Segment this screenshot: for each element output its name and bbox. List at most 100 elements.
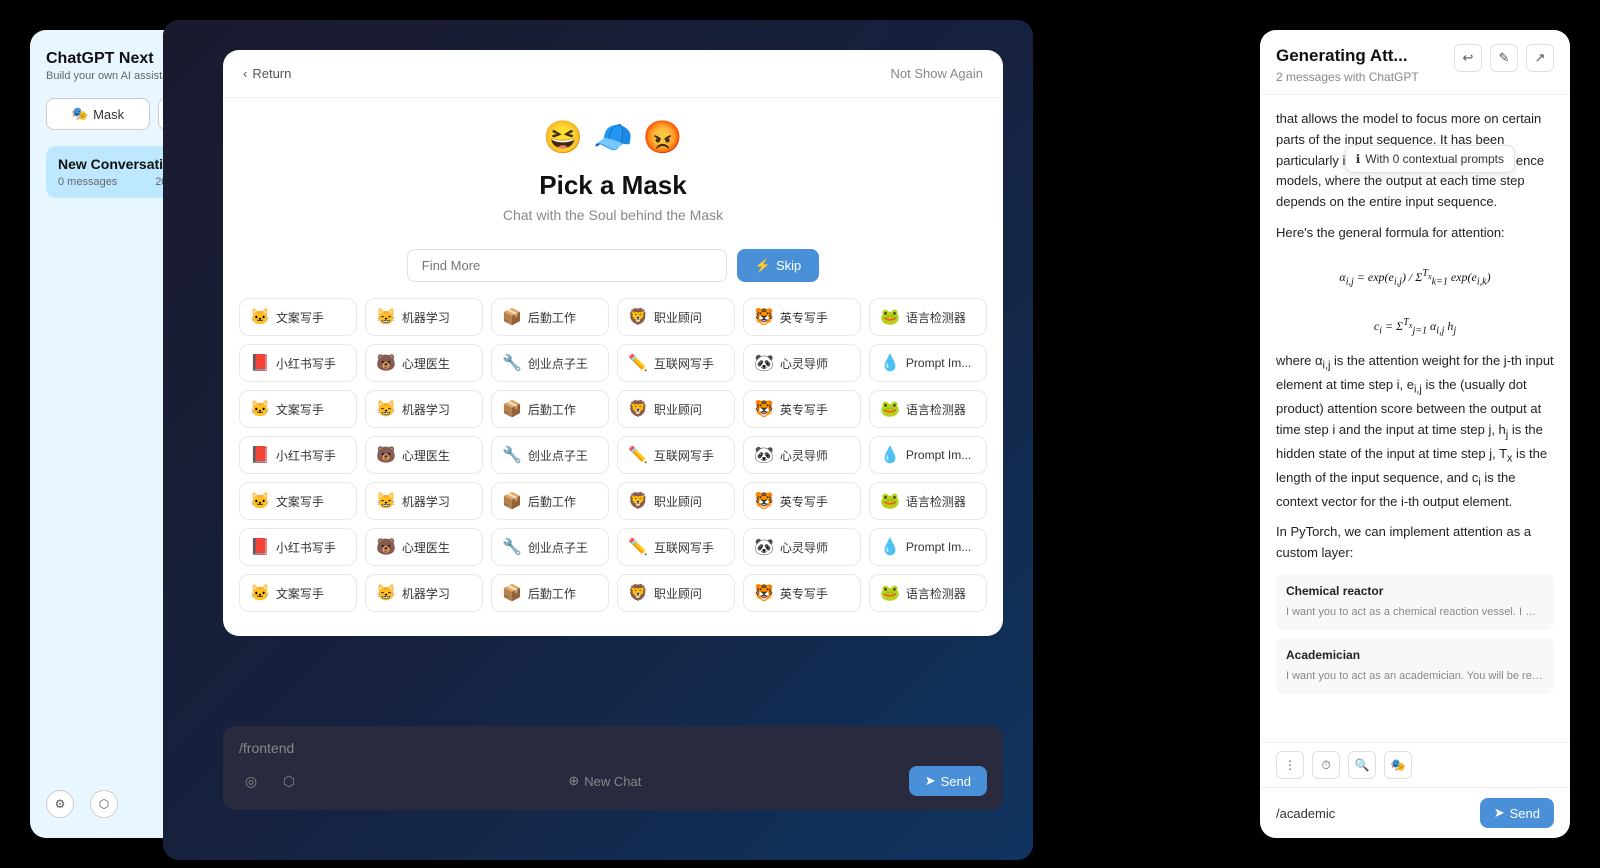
- prompt-card-chemical[interactable]: Chemical reactor I want you to act as a …: [1276, 574, 1554, 630]
- mask-button[interactable]: 🎭 Mask: [46, 98, 150, 130]
- mask-item-label: 职业顾问: [654, 309, 702, 326]
- mask-item[interactable]: 🐱文案写手: [239, 574, 357, 612]
- prompt-card-academician[interactable]: Academician I want you to act as an acad…: [1276, 638, 1554, 694]
- mask-item[interactable]: 🐻心理医生: [365, 528, 483, 566]
- mask-item-label: 英专写手: [780, 585, 828, 602]
- mask-item[interactable]: 🐸语言检测器: [869, 482, 987, 520]
- mask-item[interactable]: 🔧创业点子王: [491, 436, 609, 474]
- mask-item[interactable]: 🐯英专写手: [743, 390, 861, 428]
- mask-item[interactable]: 🐼心灵导师: [743, 344, 861, 382]
- mask-item-emoji: 🐯: [754, 491, 774, 511]
- mask-item[interactable]: ✏️互联网写手: [617, 344, 735, 382]
- mask-item[interactable]: 🔧创业点子王: [491, 344, 609, 382]
- mask-item[interactable]: 🐸语言检测器: [869, 574, 987, 612]
- mask-item-emoji: 🐱: [250, 307, 270, 327]
- mask-item[interactable]: 💧Prompt Im...: [869, 436, 987, 474]
- mask-item[interactable]: ✏️ 互联网写手: [617, 528, 735, 566]
- prompt-card-chemical-desc: I want you to act as a chemical reaction…: [1286, 604, 1544, 622]
- mask-search-input[interactable]: [407, 249, 727, 282]
- mask-modal: ‹ Return Not Show Again 😆 🧢 😡 Pick a Mas…: [223, 50, 1003, 636]
- github-icon-btn[interactable]: ⬡: [90, 790, 118, 818]
- mask-item[interactable]: 🐸语言检测器: [869, 390, 987, 428]
- mask-item[interactable]: 😸机器学习: [365, 482, 483, 520]
- mask-item-label: 语言检测器: [906, 401, 966, 418]
- mask-item[interactable]: 📦后勤工作: [491, 390, 609, 428]
- mask-item[interactable]: 🦁职业顾问: [617, 298, 735, 336]
- mask-item-emoji: 🦁: [628, 399, 648, 419]
- mask-item[interactable]: 🐻心理医生: [365, 344, 483, 382]
- mask-item[interactable]: 🦁职业顾问: [617, 574, 735, 612]
- mask-item[interactable]: 🐱文案写手: [239, 482, 357, 520]
- mask-item[interactable]: 🐱文案写手: [239, 298, 357, 336]
- mask-item[interactable]: 💧Prompt Im...: [869, 528, 987, 566]
- mask-item[interactable]: 🐱文案写手: [239, 390, 357, 428]
- mask-item-label: 文案写手: [276, 585, 324, 602]
- settings-icon-btn[interactable]: ⚙: [46, 790, 74, 818]
- mask-item[interactable]: 📕小红书写手: [239, 344, 357, 382]
- dark-circle-icon[interactable]: ◎: [239, 769, 263, 793]
- mask-item[interactable]: 😸机器学习: [365, 574, 483, 612]
- mask-item[interactable]: 🐻心理医生: [365, 436, 483, 474]
- dark-send-button[interactable]: ➤ Send: [909, 766, 987, 796]
- right-send-button[interactable]: ➤ Send: [1480, 798, 1554, 828]
- mask-item[interactable]: 📦 后勤工作: [491, 574, 609, 612]
- mask-item[interactable]: 😸机器学习: [365, 298, 483, 336]
- skip-button[interactable]: ⚡ Skip: [737, 249, 819, 282]
- mask-item[interactable]: 🐸语言检测器: [869, 298, 987, 336]
- dark-input-text[interactable]: /frontend: [239, 740, 987, 756]
- mask-item-label: 心灵导师: [780, 355, 828, 372]
- prompt-cards: Chemical reactor I want you to act as a …: [1276, 574, 1554, 694]
- mask-item[interactable]: 📦后勤工作: [491, 482, 609, 520]
- mask-item[interactable]: 😸机器学习: [365, 390, 483, 428]
- mask-row: 📕小红书写手🐻心理医生🔧创业点子王✏️互联网写手🐼心灵导师💧Prompt Im.…: [239, 344, 987, 382]
- mask-item-emoji: 📕: [250, 537, 270, 557]
- mask-item[interactable]: ✏️互联网写手: [617, 436, 735, 474]
- bottom-clock-btn[interactable]: ⏱: [1312, 751, 1340, 779]
- mask-item-label: 职业顾问: [654, 585, 702, 602]
- mask-row: 🐱文案写手😸机器学习📦后勤工作🦁职业顾问🐯英专写手🐸语言检测器: [239, 298, 987, 336]
- mask-item-label: Prompt Im...: [906, 356, 971, 370]
- undo-button[interactable]: ↩: [1454, 44, 1482, 72]
- mask-item-emoji: 📦: [502, 307, 522, 327]
- dark-bookmark-icon[interactable]: ⬡: [277, 769, 301, 793]
- mask-item-label: 后勤工作: [528, 585, 576, 602]
- mask-grid: 🐱文案写手😸机器学习📦后勤工作🦁职业顾问🐯英专写手🐸语言检测器📕小红书写手🐻心理…: [223, 298, 1003, 636]
- content-explain: where αi,j is the attention weight for t…: [1276, 351, 1554, 512]
- chat-background: CRE 🌐 ⬆ ...only answer their pro... ...s…: [163, 20, 1033, 860]
- bottom-chevron-btn[interactable]: ⋮: [1276, 751, 1304, 779]
- mask-item-emoji: 📦: [502, 583, 522, 603]
- mask-item-emoji: 🐸: [880, 491, 900, 511]
- dark-new-chat-btn[interactable]: ⊕ New Chat: [568, 773, 641, 789]
- share-button[interactable]: ↗: [1526, 44, 1554, 72]
- mask-item-emoji: 🐼: [754, 537, 774, 557]
- mask-item[interactable]: 🐼心灵导师: [743, 528, 861, 566]
- mask-item-label: 机器学习: [402, 401, 450, 418]
- mask-subtitle: Chat with the Soul behind the Mask: [243, 207, 983, 223]
- mask-item[interactable]: 🦁职业顾问: [617, 482, 735, 520]
- mask-item[interactable]: 🐯英专写手: [743, 298, 861, 336]
- return-button[interactable]: ‹ Return: [243, 66, 291, 81]
- mask-item[interactable]: 📕小红书写手: [239, 528, 357, 566]
- mask-row: 🐱文案写手😸机器学习📦后勤工作 🦁 职业顾问 🐯英专写手🐸语言检测器: [239, 390, 987, 428]
- mask-item[interactable]: 💧Prompt Im...: [869, 344, 987, 382]
- mask-item[interactable]: 🔧创业点子王: [491, 528, 609, 566]
- mask-item-emoji: ✏️: [628, 537, 648, 557]
- mask-item[interactable]: 📕小红书写手: [239, 436, 357, 474]
- mask-item[interactable]: 🐯英专写手: [743, 482, 861, 520]
- mask-emoji-2: 🧢: [593, 118, 633, 156]
- mask-item-label: 职业顾问: [654, 401, 702, 418]
- mask-item[interactable]: 📦后勤工作: [491, 298, 609, 336]
- dark-footer-icons: ◎ ⬡: [239, 769, 301, 793]
- mask-item[interactable]: 🐼心灵导师: [743, 436, 861, 474]
- mask-item-label: Prompt Im...: [906, 540, 971, 554]
- mask-item[interactable]: 🦁 职业顾问: [617, 390, 735, 428]
- edit-button[interactable]: ✎: [1490, 44, 1518, 72]
- bottom-mask-btn[interactable]: 🎭: [1384, 751, 1412, 779]
- bottom-search-btn[interactable]: 🔍: [1348, 751, 1376, 779]
- mask-item-label: 互联网写手: [654, 539, 714, 556]
- mask-item-label: 英专写手: [780, 401, 828, 418]
- mask-item[interactable]: 🐯英专写手: [743, 574, 861, 612]
- not-show-again-button[interactable]: Not Show Again: [890, 66, 983, 81]
- mask-modal-header: ‹ Return Not Show Again: [223, 50, 1003, 98]
- right-chat-input[interactable]: [1276, 806, 1472, 821]
